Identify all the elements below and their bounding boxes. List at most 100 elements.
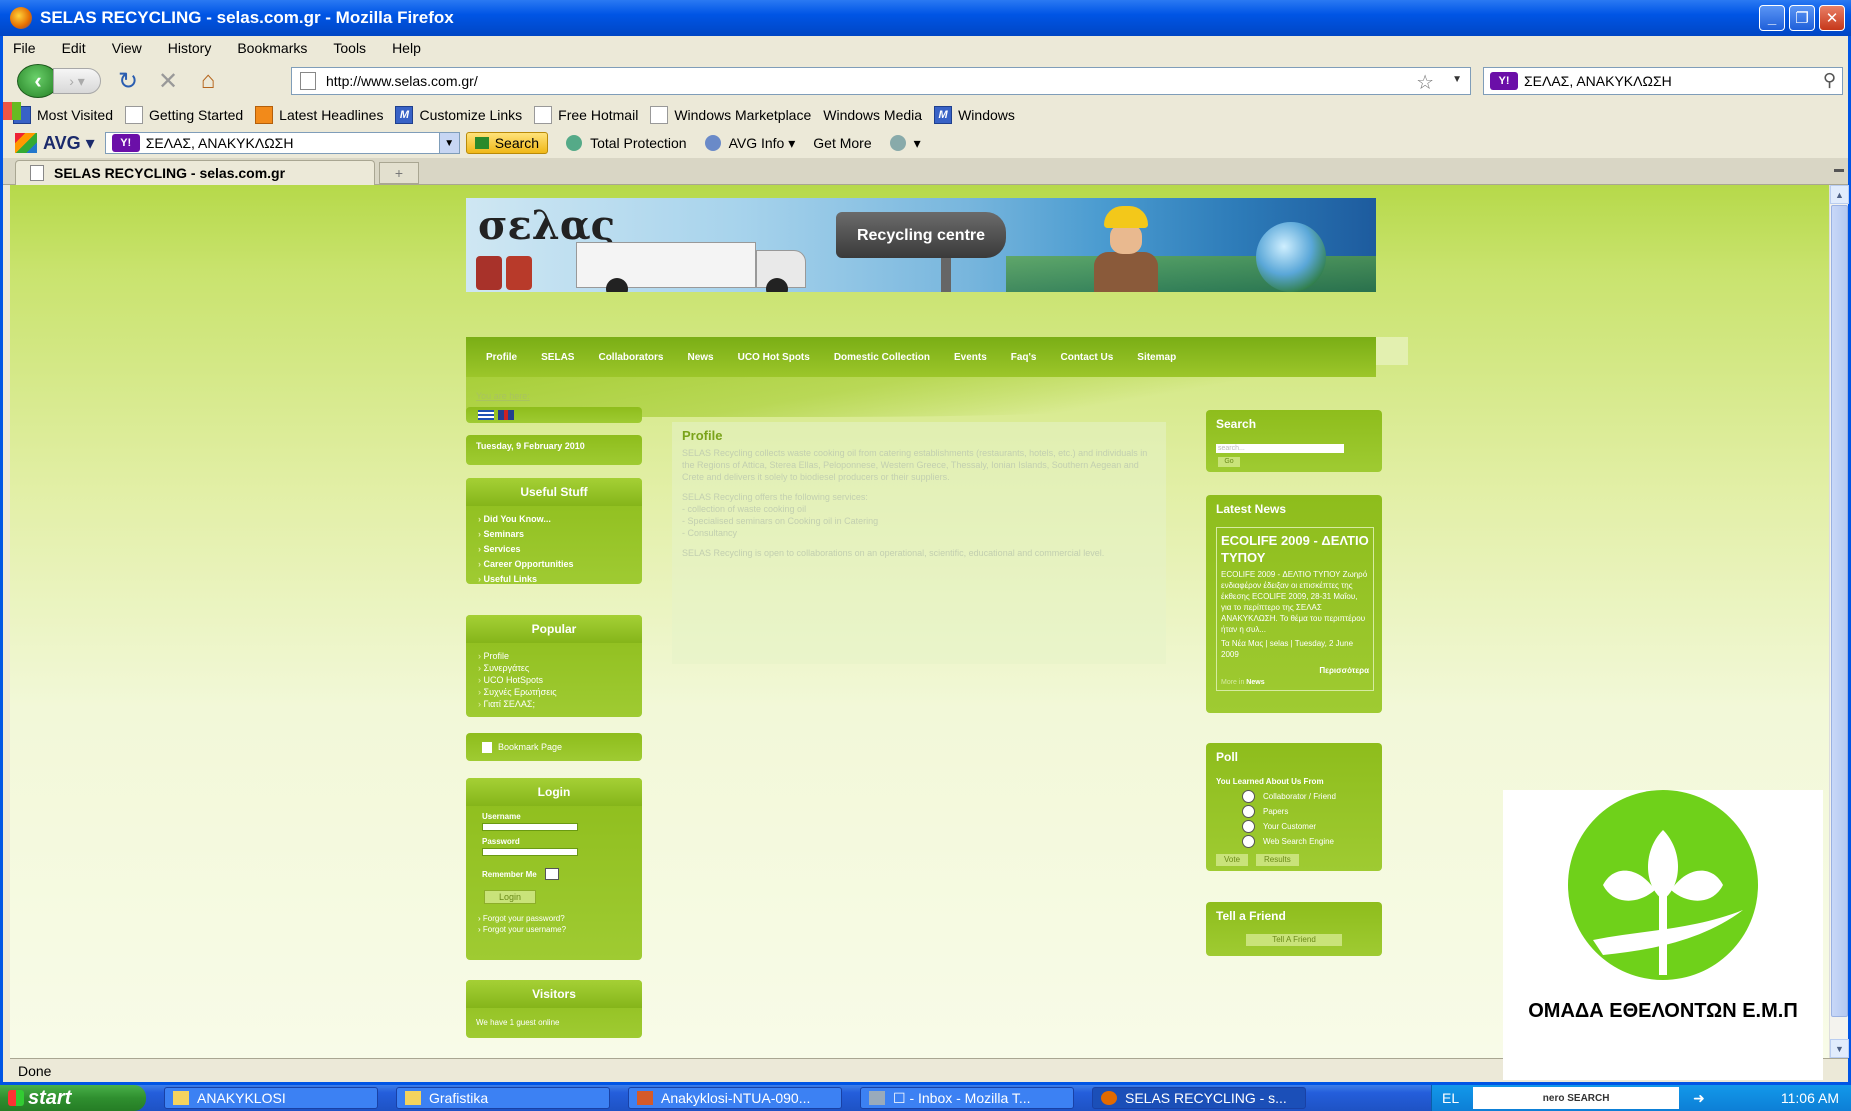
uk-flag-icon[interactable] (498, 410, 514, 420)
nav-faqs[interactable]: Faq's (1011, 352, 1037, 363)
task-thunderbird[interactable]: ☐ - Inbox - Mozilla T... (860, 1087, 1074, 1109)
scroll-thumb[interactable] (1831, 205, 1848, 1017)
news-category-link[interactable]: News (1246, 679, 1264, 686)
scroll-down-icon[interactable]: ▼ (1830, 1039, 1849, 1058)
poll-option[interactable]: Web Search Engine (1242, 835, 1382, 848)
get-more-button[interactable]: Get More (813, 135, 871, 151)
results-button[interactable]: Results (1256, 854, 1299, 866)
bookmark-windows[interactable]: M Windows (934, 106, 1015, 124)
menu-tools[interactable]: Tools (333, 40, 366, 56)
tell-a-friend-button[interactable]: Tell A Friend (1246, 934, 1342, 946)
task-grafistika[interactable]: Grafistika (396, 1087, 610, 1109)
nav-contact-us[interactable]: Contact Us (1060, 352, 1113, 363)
useful-link-links[interactable]: Useful Links (478, 574, 642, 584)
start-button[interactable]: start (0, 1085, 146, 1111)
popular-link[interactable]: Profile (478, 651, 642, 661)
avg-logo[interactable]: AVG ▾ (15, 133, 95, 154)
vote-button[interactable]: Vote (1216, 854, 1249, 866)
vertical-scrollbar[interactable]: ▲ ▼ (1829, 185, 1849, 1058)
radio-button[interactable] (1242, 790, 1255, 803)
avg-search-input[interactable]: Y! ΣΕΛΑΣ, ΑΝΑΚΥΚΛΩΣΗ ▼ (104, 132, 460, 154)
home-icon[interactable]: ⌂ (195, 67, 221, 94)
stop-icon[interactable]: ✕ (155, 68, 181, 95)
menu-history[interactable]: History (168, 40, 212, 56)
menu-file[interactable]: File (13, 40, 36, 56)
bookmark-windows-media[interactable]: Windows Media (3, 102, 922, 123)
tray-arrow-icon[interactable]: ➜ (1693, 1090, 1705, 1107)
greek-flag-icon[interactable] (478, 410, 494, 420)
maximize-button[interactable]: ❐ (1789, 5, 1815, 31)
bookmark-most-visited[interactable]: Most Visited (13, 106, 113, 124)
yahoo-icon[interactable]: Y! (111, 134, 140, 152)
bookmark-free-hotmail[interactable]: Free Hotmail (534, 106, 638, 124)
popular-link[interactable]: Συχνές Ερωτήσεις (478, 687, 642, 697)
gear-icon (889, 135, 906, 151)
tab-list-icon[interactable]: ▬ (1834, 164, 1844, 175)
menu-edit[interactable]: Edit (62, 40, 86, 56)
radio-button[interactable] (1242, 835, 1255, 848)
news-headline[interactable]: ECOLIFE 2009 - ΔΕΛΤΙΟ ΤΥΠΟΥ (1221, 532, 1369, 566)
menu-help[interactable]: Help (392, 40, 421, 56)
poll-option[interactable]: Collaborator / Friend (1242, 790, 1382, 803)
news-more-link[interactable]: Περισσότερα (1221, 666, 1369, 675)
username-field[interactable] (482, 823, 578, 831)
bookmark-star-icon[interactable]: ☆ (1416, 70, 1434, 95)
task-anakyklosi[interactable]: ANAKYKLOSI (164, 1087, 378, 1109)
nav-collaborators[interactable]: Collaborators (598, 352, 663, 363)
bookmark-page-link[interactable]: Bookmark Page (466, 733, 642, 761)
site-search-input[interactable]: search... (1216, 444, 1344, 453)
url-dropdown-icon[interactable]: ▼ (1452, 74, 1462, 85)
language-indicator[interactable]: EL (1442, 1090, 1459, 1106)
nav-news[interactable]: News (687, 352, 713, 363)
menu-view[interactable]: View (112, 40, 142, 56)
task-firefox[interactable]: SELAS RECYCLING - s... (1092, 1087, 1306, 1109)
reload-icon[interactable]: ↻ (115, 68, 141, 95)
avg-search-button[interactable]: Search (465, 132, 549, 154)
password-field[interactable] (482, 848, 578, 856)
popular-link[interactable]: UCO HotSpots (478, 675, 642, 685)
search-bar[interactable]: Y! ΣΕΛΑΣ, ΑΝΑΚΥΚΛΩΣΗ ⚲ (1483, 67, 1843, 95)
nav-selas[interactable]: SELAS (541, 352, 574, 363)
popular-link[interactable]: Γιατί ΣΕΛΑΣ; (478, 699, 642, 709)
url-bar[interactable]: http://www.selas.com.gr/ ☆ ▼ (291, 67, 1471, 95)
nav-profile[interactable]: Profile (486, 352, 517, 363)
forward-button[interactable]: › ▾ (53, 68, 101, 94)
task-presentation[interactable]: Anakyklosi-NTUA-090... (628, 1087, 842, 1109)
nav-uco-hot-spots[interactable]: UCO Hot Spots (738, 352, 810, 363)
close-button[interactable]: ✕ (1819, 5, 1845, 31)
useful-link-services[interactable]: Services (478, 544, 642, 554)
poll-option[interactable]: Your Customer (1242, 820, 1382, 833)
remember-checkbox[interactable] (544, 868, 559, 880)
popular-link[interactable]: Συνεργάτες (478, 663, 642, 673)
yahoo-icon[interactable]: Y! (1490, 72, 1518, 90)
search-icon[interactable]: ⚲ (1823, 70, 1836, 91)
nero-search-box[interactable]: nero SEARCH (1473, 1087, 1680, 1109)
bookmark-latest-headlines[interactable]: Latest Headlines (255, 106, 383, 124)
bookmark-windows-marketplace[interactable]: Windows Marketplace (650, 106, 811, 124)
bookmark-customize-links[interactable]: M Customize Links (395, 106, 522, 124)
login-button[interactable]: Login (484, 890, 536, 904)
useful-link-seminars[interactable]: Seminars (478, 529, 642, 539)
menu-bookmarks[interactable]: Bookmarks (237, 40, 307, 56)
bookmark-getting-started[interactable]: Getting Started (125, 106, 243, 124)
radio-button[interactable] (1242, 820, 1255, 833)
useful-link-did-you-know[interactable]: Did You Know... (478, 514, 642, 524)
forgot-username-link[interactable]: Forgot your username? (478, 925, 642, 934)
nav-domestic-collection[interactable]: Domestic Collection (834, 352, 930, 363)
poll-option[interactable]: Papers (1242, 805, 1382, 818)
chevron-down-icon[interactable]: ▼ (438, 133, 459, 153)
tab-selas[interactable]: SELAS RECYCLING - selas.com.gr (15, 160, 375, 185)
nav-events[interactable]: Events (954, 352, 987, 363)
bookmark-label: Latest Headlines (279, 107, 384, 123)
forgot-password-link[interactable]: Forgot your password? (478, 914, 642, 923)
scroll-up-icon[interactable]: ▲ (1830, 185, 1849, 204)
new-tab-button[interactable]: + (379, 162, 419, 184)
avg-info-button[interactable]: AVG Info ▾ (704, 135, 795, 152)
nav-sitemap[interactable]: Sitemap (1137, 352, 1176, 363)
site-search-button[interactable]: Go (1218, 457, 1240, 467)
radio-button[interactable] (1242, 805, 1255, 818)
minimize-button[interactable]: _ (1759, 5, 1785, 31)
avg-extra-icon[interactable]: ▾ (889, 135, 921, 152)
total-protection-button[interactable]: Total Protection (566, 135, 687, 151)
useful-link-career[interactable]: Career Opportunities (478, 559, 642, 569)
